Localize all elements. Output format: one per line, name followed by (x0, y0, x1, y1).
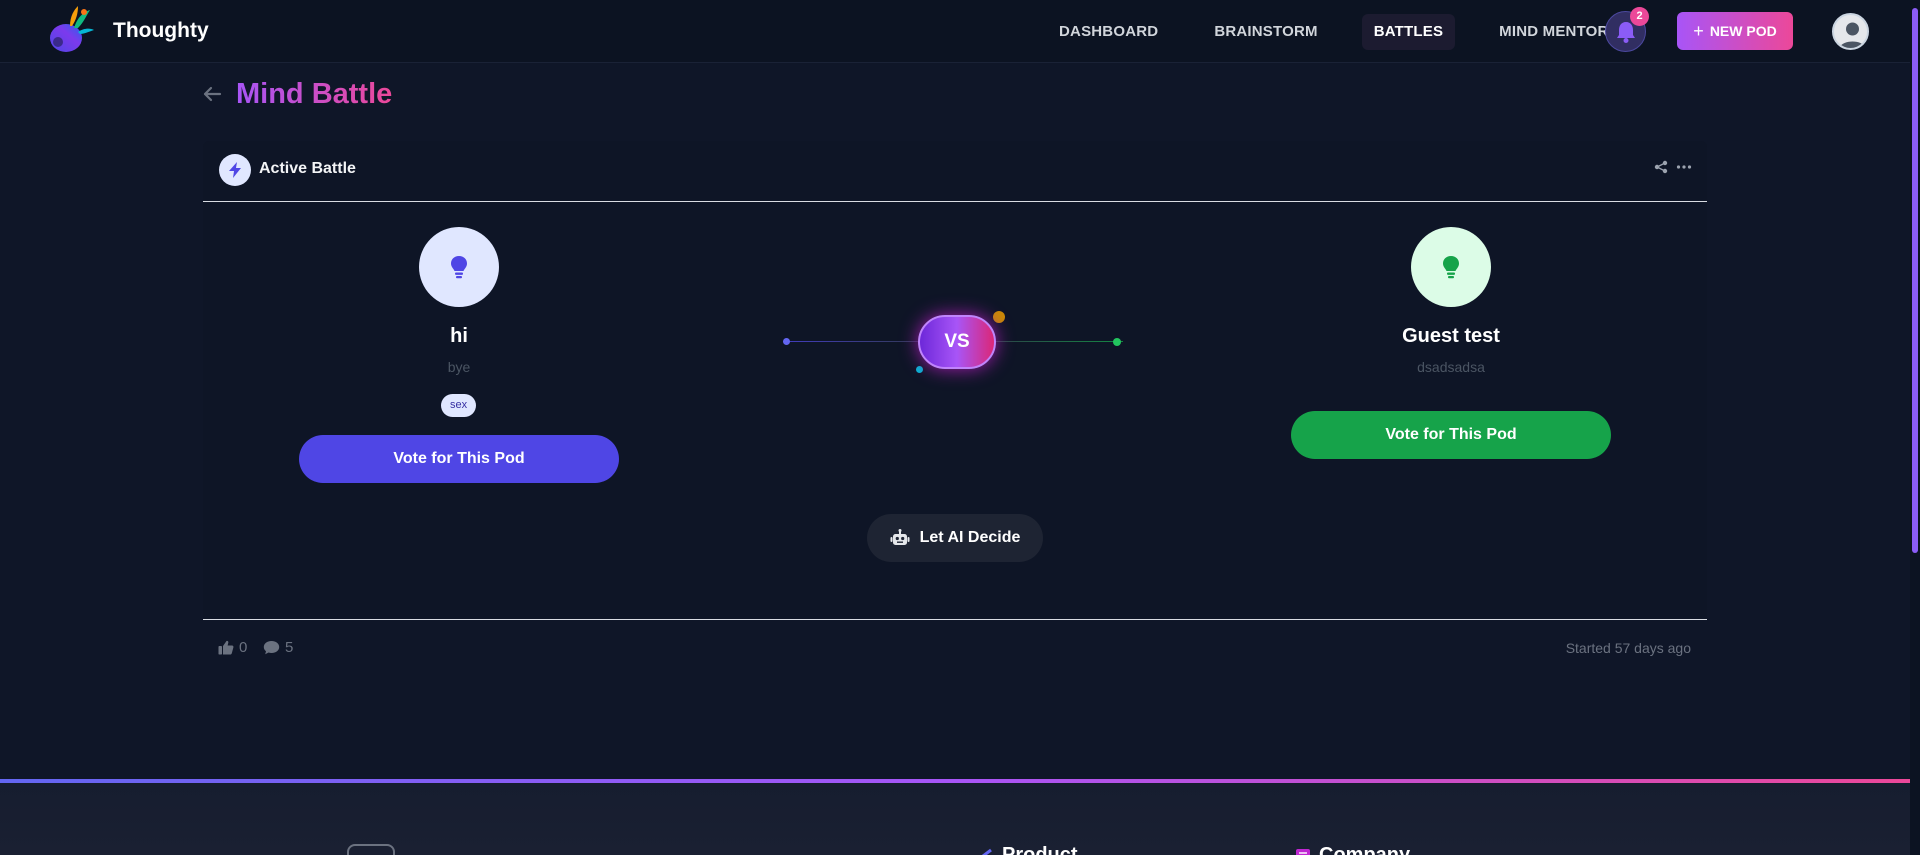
lightbulb-icon (1443, 256, 1459, 279)
nav-brainstorm[interactable]: BRAINSTORM (1202, 14, 1329, 50)
top-navbar: Thoughty DASHBOARD BRAINSTORM BATTLES MI… (0, 0, 1910, 63)
left-pod-tag[interactable]: sex (441, 394, 477, 417)
lightbulb-icon (451, 256, 467, 279)
footer-company-heading: Company (1295, 844, 1410, 855)
left-pod-description: bye (447, 359, 471, 375)
share-icon[interactable] (1654, 160, 1668, 174)
comments-button[interactable]: 5 (263, 639, 293, 656)
comment-icon (263, 641, 280, 655)
right-pod-description: dsadsadsa (1417, 359, 1485, 375)
app-brand-name[interactable]: Thoughty (113, 19, 209, 43)
left-pod-avatar (419, 227, 499, 307)
nav-battles[interactable]: BATTLES (1361, 14, 1456, 50)
right-pod-avatar (1411, 227, 1491, 307)
notification-count-badge: 2 (1630, 7, 1649, 26)
new-pod-button[interactable]: + NEW POD (1677, 12, 1793, 50)
versus-badge: VS (918, 315, 996, 369)
user-avatar-icon (1839, 22, 1866, 48)
likes-button[interactable]: 0 (218, 639, 247, 656)
vote-left-pod-button[interactable]: Vote for This Pod (299, 435, 619, 483)
footer-product-heading: Product (980, 844, 1078, 855)
vote-right-pod-button[interactable]: Vote for This Pod (1291, 411, 1611, 459)
right-line-dot (1113, 338, 1121, 346)
site-footer: Product Company (0, 783, 1910, 855)
battle-started-time: Started 57 days ago (1565, 640, 1691, 656)
thoughty-logo-icon[interactable] (44, 2, 96, 60)
footer-logo-icon (347, 844, 395, 855)
building-icon (1296, 848, 1310, 855)
page-title: Mind Battle (236, 78, 393, 110)
let-ai-decide-label: Let AI Decide (919, 529, 1021, 546)
more-options-icon[interactable] (1676, 160, 1692, 174)
chevron-left-icon (981, 848, 992, 855)
battle-card-footer: 0 5 Started 57 days ago (203, 619, 1707, 675)
user-avatar[interactable] (1832, 13, 1869, 50)
vs-spark-dot (916, 366, 923, 373)
main-nav: DASHBOARD BRAINSTORM BATTLES MIND MENTOR (1047, 14, 1621, 50)
comments-count: 5 (285, 639, 294, 656)
likes-count: 0 (239, 639, 248, 656)
versus-divider: VS (783, 307, 1123, 377)
plus-icon: + (1693, 21, 1704, 41)
let-ai-decide-button[interactable]: Let AI Decide (867, 514, 1043, 562)
vs-spark-dot (993, 311, 1005, 323)
right-pod-name: Guest test (1402, 325, 1500, 347)
active-battle-badge (219, 154, 251, 186)
left-pod-name: hi (450, 325, 468, 347)
new-pod-label: NEW POD (1709, 23, 1777, 39)
lightning-bolt-icon (229, 162, 241, 178)
battle-card: Active Battle hi bye sex Vote for This P… (203, 141, 1707, 675)
battle-card-header: Active Battle (203, 141, 1707, 202)
back-arrow-icon[interactable] (201, 83, 223, 105)
page-scrollbar-thumb[interactable] (1912, 8, 1918, 553)
battle-status-label: Active Battle (259, 160, 356, 177)
robot-icon (890, 529, 910, 545)
thumbs-up-icon (218, 640, 234, 655)
left-line-dot (783, 338, 790, 345)
nav-dashboard[interactable]: DASHBOARD (1047, 14, 1170, 50)
nav-mind-mentor[interactable]: MIND MENTOR (1487, 14, 1620, 50)
